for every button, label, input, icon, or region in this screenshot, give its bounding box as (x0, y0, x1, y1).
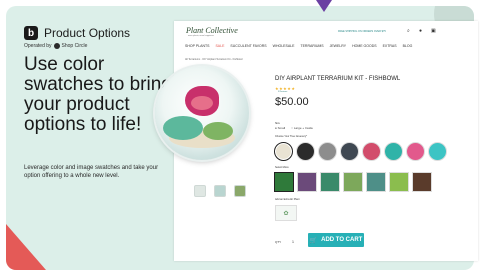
nav-wholesale[interactable]: WHOLESALE (273, 44, 295, 48)
color-swatch[interactable] (384, 142, 403, 161)
purple-triangle-decor (316, 0, 332, 12)
nav-terrariums[interactable]: TERRARIUMS (300, 44, 323, 48)
search-icon[interactable]: ⌕ (407, 28, 410, 34)
size-option-small[interactable]: ● Small (275, 126, 285, 130)
breadcrumb[interactable]: All Terrariums · DIY Airplant Terrarium … (185, 58, 243, 61)
moss-swatch[interactable] (343, 172, 363, 192)
nav-sale[interactable]: SALE (215, 44, 224, 48)
operated-by: Operated by Shop Circle (24, 43, 87, 49)
store-nav: SHOP PLANTS SALE SUCCULENT FAVORS WHOLES… (185, 44, 412, 48)
moss-swatch[interactable] (320, 172, 340, 192)
add-plant-label: Add an Extra Air Plant (275, 198, 300, 201)
store-logo[interactable]: Plant Collective (186, 26, 238, 35)
decor-triangle (6, 224, 46, 270)
add-plant-option[interactable]: ✿ (275, 205, 297, 221)
brand-logo-icon: b (24, 26, 38, 40)
color-swatch[interactable] (274, 142, 293, 161)
moss-blob (163, 116, 203, 140)
brand: b Product Options (24, 26, 130, 40)
product-price: $50.00 (275, 96, 309, 108)
brand-name: Product Options (44, 26, 131, 40)
add-to-cart-label: ADD TO CART (321, 237, 363, 243)
color-swatches (274, 142, 447, 161)
nav-shop-plants[interactable]: SHOP PLANTS (185, 44, 209, 48)
nav-blog[interactable]: BLOG (403, 44, 413, 48)
moss-swatch[interactable] (412, 172, 432, 192)
color-swatch[interactable] (340, 142, 359, 161)
color-swatch[interactable] (362, 142, 381, 161)
thumbnail[interactable] (214, 185, 226, 197)
nav-extras[interactable]: EXTRAS (383, 44, 397, 48)
nav-jewelry[interactable]: JEWELRY (330, 44, 346, 48)
size-options: ● Small ○ Large + Inside (275, 126, 313, 130)
qty-input[interactable]: 1 (292, 240, 294, 244)
thumbnail[interactable] (194, 185, 206, 197)
add-to-cart-button[interactable]: 🛒 ADD TO CART (308, 233, 364, 247)
size-option-large[interactable]: ○ Large + Inside (291, 126, 313, 130)
account-icon[interactable]: ● (419, 28, 422, 34)
nav-succulent-favors[interactable]: SUCCULENT FAVORS (230, 44, 266, 48)
color-swatch[interactable] (406, 142, 425, 161)
shipping-promo[interactable]: FREE SHIPPING ON ORDERS OVER $75 (338, 30, 386, 33)
thumbnail[interactable] (234, 185, 246, 197)
subtext: Leverage color and image swatches and ta… (24, 165, 159, 179)
moss-swatch[interactable] (297, 172, 317, 192)
moss-swatches (274, 172, 432, 192)
air-plant-bloom (191, 96, 213, 110)
qty-label: QTY (275, 240, 282, 244)
cart-icon: 🛒 (309, 237, 318, 244)
review-count[interactable]: 9 Reviews (278, 91, 287, 93)
headline: Use color swatches to bring your product… (24, 54, 172, 135)
moss-label: Select Moss (275, 166, 289, 169)
nav-home-goods[interactable]: HOME GOODS (352, 44, 377, 48)
operated-by-label: Operated by (24, 43, 52, 49)
color-swatch[interactable] (296, 142, 315, 161)
greenery-label: Choose Your Tree Greenery* (275, 135, 308, 138)
moss-blob (203, 122, 233, 140)
product-image[interactable] (155, 66, 249, 160)
store-logo-tagline: more plants, more happiness (188, 35, 214, 37)
operated-company: Shop Circle (61, 43, 88, 49)
moss-swatch[interactable] (366, 172, 386, 192)
product-thumbnails (194, 185, 246, 197)
moss-swatch[interactable] (274, 172, 294, 192)
moss-swatch[interactable] (389, 172, 409, 192)
color-swatch[interactable] (428, 142, 447, 161)
cart-icon[interactable]: ▣ (431, 28, 436, 34)
size-label: Size (275, 122, 280, 125)
shop-circle-icon (53, 43, 60, 49)
color-swatch[interactable] (318, 142, 337, 161)
product-title: DIY AIRPLANT TERRARIUM KIT - FISHBOWL (275, 76, 401, 82)
